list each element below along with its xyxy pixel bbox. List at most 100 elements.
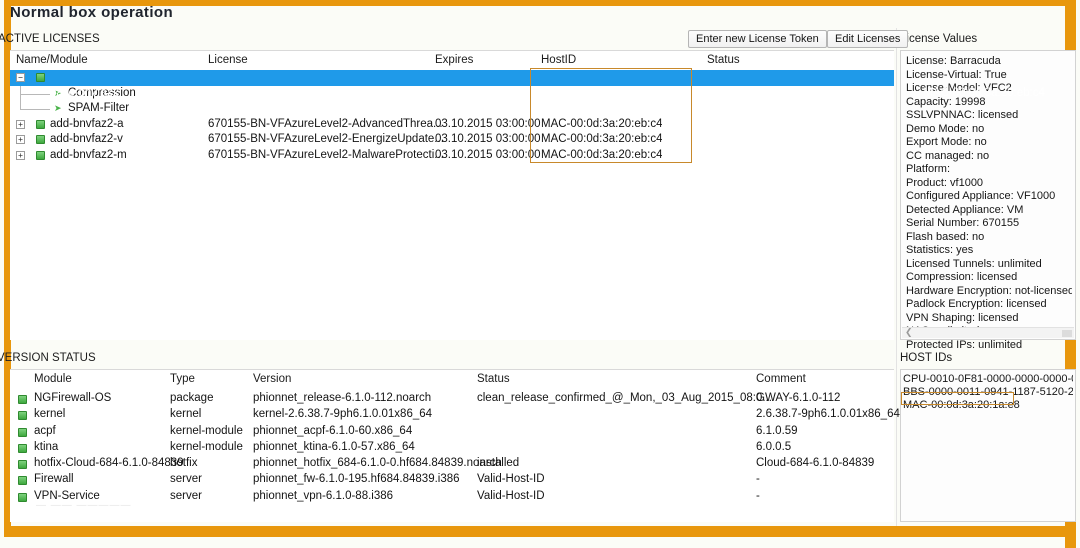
cell-type: server	[170, 473, 202, 486]
table-row[interactable]: Firewall server phionnet_fw-6.1.0-195.hf68…	[10, 472, 894, 488]
status-square-icon	[18, 443, 27, 453]
cell-type: kernel-module	[170, 440, 243, 453]
active-licenses-heading: ACTIVE LICENSES	[0, 33, 100, 45]
cell-license: 670155-BN-VFAzureLevel2-MalwareProtecti.…	[208, 148, 444, 161]
host-ids-list: CPU-0010-0F81-0000-0000-0000-000 BBS-0000…	[903, 373, 1073, 413]
cell-hostid: MAC-00:0d:3a:20:eb:c4	[541, 148, 663, 161]
license-square-icon	[36, 119, 45, 129]
edit-licenses-button[interactable]: Edit Licenses	[827, 30, 909, 48]
status-square-icon	[18, 460, 27, 470]
version-status-row-container: NGFirewall-OS package phionnet_release-6.1…	[10, 391, 900, 505]
version-status-header-row: Module Type Version Status Comment	[10, 370, 894, 389]
expand-node-icon[interactable]: +	[16, 135, 25, 144]
active-licenses-row-container: − base-bnvfaz2 670155-BN-VFAzureLevel2-143…	[10, 70, 1045, 164]
license-values-list: License: Barracuda License-Virtual: True L…	[906, 55, 1072, 352]
table-row[interactable]: ktina kernel-module phionnet_ktina-6.1.0-5…	[10, 440, 894, 456]
cell-type: package	[170, 392, 214, 404]
license-value-item: License-Virtual: True	[906, 68, 1007, 81]
cell-hostid: MAC-00:0d:3a:20:eb:c4	[541, 117, 663, 130]
scroll-left-icon[interactable]: ❮	[902, 328, 913, 338]
enter-new-license-token-button[interactable]: Enter new License Token	[688, 30, 827, 48]
cell-version: phionnet_acpf-6.1.0-60.x86_64	[253, 424, 413, 437]
active-licenses-table: Name/Module License Expires HostID Statu…	[10, 50, 1045, 340]
table-row[interactable]: − base-bnvfaz2 670155-BN-VFAzureLevel2-143…	[10, 70, 1045, 99]
cell-comment: 6.1.0.59	[756, 424, 798, 437]
license-value-item: Serial Number: 670155	[906, 217, 1020, 229]
cell-name: add-bnvfaz2-a	[50, 117, 124, 130]
license-value-item: Platform:	[906, 163, 951, 175]
table-row[interactable]: + add-bnvfaz2-a 670155-BN-VFAzureLevel2-Ad…	[10, 117, 894, 133]
license-value-item: VPN Shaping: licensed	[906, 311, 1019, 324]
status-square-icon	[18, 411, 27, 421]
cell-type: hotfix	[170, 457, 198, 470]
license-value-item: Demo Mode: no	[906, 122, 985, 135]
license-value-item: Export Mode: no	[906, 136, 987, 148]
column-header-license: License	[208, 54, 248, 66]
version-status-heading: VERSION STATUS	[0, 352, 96, 364]
cell-version: phionnet_release-6.1.0-112.noarch	[253, 392, 432, 404]
cell-module: Firewall	[34, 473, 74, 486]
table-row[interactable]: hotfix-Cloud-684-6.1.0-84839 hotfix phionn…	[10, 456, 894, 472]
license-square-icon	[36, 73, 45, 82]
cell-type: kernel	[170, 408, 202, 421]
cell-name: SPAM-Filter	[68, 102, 130, 114]
license-value-item: Compression: licensed	[906, 271, 1018, 283]
cell-version: phionnet_ktina-6.1.0-57.x86_64	[253, 440, 415, 453]
status-square-icon	[18, 395, 27, 404]
host-ids-heading: HOST IDs	[900, 352, 953, 364]
cell-expires: 03.10.2015 03:00:00	[435, 148, 541, 161]
module-arrow-icon	[54, 104, 63, 113]
license-value-item: Protected IPs: unlimited	[906, 338, 1023, 351]
tree-node: −	[10, 70, 200, 86]
column-header-name: Name/Module	[16, 54, 88, 66]
cell-license: 670155-BN-VFAzureLevel2-AdvancedThrea...	[208, 117, 443, 130]
active-licenses-header-row: Name/Module License Expires HostID Statu…	[10, 51, 894, 70]
license-manager-window: Normal box operation ACTIVE LICENSES Lic…	[0, 0, 1080, 548]
table-row[interactable]: VPN-Service server phionnet_vpn-6.1.0-88.i…	[10, 489, 894, 505]
column-header-comment: Comment	[756, 373, 806, 385]
column-header-type: Type	[170, 373, 195, 385]
license-value-item: Flash based: no	[906, 230, 985, 243]
license-value-item: Hardware Encryption: not-licensed	[906, 284, 1072, 297]
cell-status: clean_release_confirmed_@_Mon,_03_Aug_20…	[477, 392, 772, 404]
table-row[interactable]: NGFirewall-OS package phionnet_release-6.1…	[10, 391, 894, 407]
license-value-item: Configured Appliance: VF1000	[906, 190, 1056, 202]
cell-comment: GWAY-6.1.0-112	[756, 392, 841, 404]
scroll-thumb[interactable]	[1062, 330, 1072, 337]
status-square-icon	[18, 476, 27, 486]
host-ids-panel: CPU-0010-0F81-0000-0000-0000-000 BBS-0000…	[900, 369, 1076, 522]
cell-expires: 03.10.2015 03:00:00	[435, 133, 541, 145]
cell-status: Valid-Host-ID	[477, 473, 545, 486]
cell-name: add-bnvfaz2-v	[50, 133, 123, 145]
column-header-version: Version	[253, 373, 292, 385]
cell-module: ktina	[34, 440, 59, 453]
license-value-item: Product: vf1000	[906, 176, 984, 189]
collapse-node-icon[interactable]: −	[16, 73, 25, 82]
table-row[interactable]: kernel kernel kernel-2.6.38.7-9ph6.1.0.01x…	[10, 407, 900, 423]
cell-module: hotfix-Cloud-684-6.1.0-84839	[34, 457, 184, 470]
table-row[interactable]: SPAM-Filter	[10, 101, 894, 117]
license-value-item: License: Barracuda	[906, 55, 1001, 67]
table-row[interactable]: + add-bnvfaz2-v 670155-BN-VFAzureLevel2-En…	[10, 132, 894, 148]
table-row[interactable]: + add-bnvfaz2-m 670155-BN-VFAzureLevel2-Ma…	[10, 148, 894, 164]
tree-line-vertical	[20, 101, 21, 109]
license-value-item: Statistics: yes	[906, 244, 974, 256]
license-values-scrollbar[interactable]: ❮	[902, 327, 1074, 338]
license-value-item: Detected Appliance: VM	[906, 203, 1024, 216]
watermark-text: — —— —————	[36, 500, 132, 511]
cell-comment: 2.6.38.7-9ph6.1.0.01x86_64	[756, 408, 900, 421]
host-id-item: CPU-0010-0F81-0000-0000-0000-000	[903, 373, 1073, 385]
cell-version: phionnet_fw-6.1.0-195.hf684.84839.i386	[253, 473, 460, 486]
expand-node-icon[interactable]: +	[16, 119, 25, 129]
status-square-icon	[18, 492, 27, 502]
table-row[interactable]: acpf kernel-module phionnet_acpf-6.1.0-60.…	[10, 424, 894, 440]
cell-status: Valid-Host-ID	[477, 489, 545, 502]
column-divider	[896, 28, 897, 526]
cell-hostid: MAC-00:0d:3a:20:eb:c4	[923, 86, 1045, 99]
column-header-status: Status	[707, 54, 740, 66]
cell-name: base-bnvfaz2	[50, 86, 120, 99]
expand-node-icon[interactable]: +	[16, 150, 25, 160]
column-header-hostid: HostID	[541, 54, 577, 66]
cell-comment: -	[756, 489, 760, 502]
cell-license: 670155-BN-VFAzureLevel2-1438590274	[277, 86, 485, 99]
